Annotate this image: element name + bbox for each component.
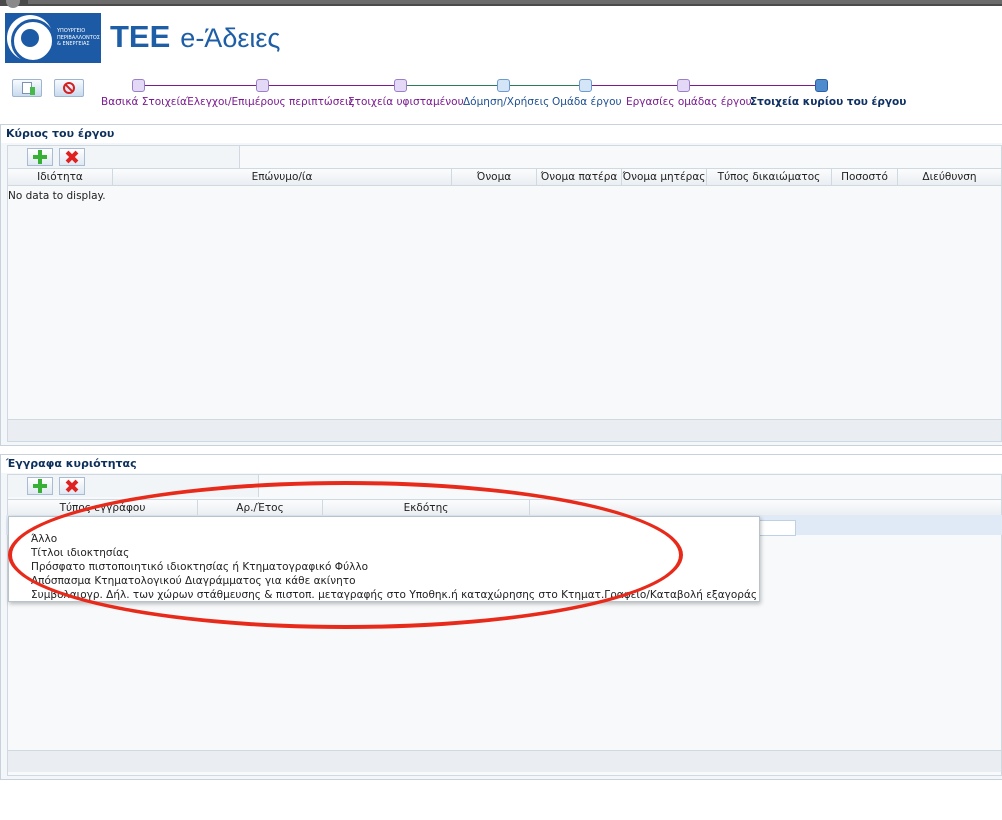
documents-grid-footer [8,750,1001,772]
app-name: e-Άδειες [180,23,281,53]
owners-grid-toolbar [8,146,240,168]
browser-tab-strip [28,0,1002,4]
delete-owner-button[interactable] [59,148,85,166]
ministry-name: ΥΠΟΥΡΓΕΙΟ ΠΕΡΙΒΑΛΛΟΝΤΟΣ & ΕΝΕΡΓΕΙΑΣ [57,28,100,48]
column-header-father-name[interactable]: Όνομα πατέρα [537,169,622,186]
wizard-step-team-tasks-dot[interactable] [677,79,690,92]
wizard-step-building-dot[interactable] [497,79,510,92]
wizard-step-checks[interactable]: Έλεγχοι/Επιμέρους περιπτώσεις [186,96,355,108]
document-type-dropdown[interactable]: Άλλο Τίτλοι ιδιοκτησίας Πρόσφατο πιστοπο… [8,516,760,602]
wizard-connector [268,85,400,86]
documents-panel-title: Έγγραφα κυριότητας [1,455,1002,473]
documents-grid-toolbar [8,475,259,497]
wizard-connector [689,85,821,86]
owners-grid-footer [8,419,1001,441]
dropdown-option-certificate[interactable]: Πρόσφατο πιστοποιητικό ιδιοκτησίας ή Κτη… [9,560,759,574]
column-header-mother-name[interactable]: Όνομα μητέρας [622,169,707,186]
dropdown-option-cadastral-extract[interactable]: Απόσπασμα Κτηματολογικού Διαγράμματος γι… [9,574,759,588]
owners-grid-header: Ιδιότητα Επώνυμο/ία Όνομα Όνομα πατέρα Ό… [8,168,1001,186]
column-header-percentage[interactable]: Ποσοστό [832,169,898,186]
browser-top-bar [0,0,1002,8]
document-issuer-input[interactable] [758,520,796,536]
ministry-seal-icon [7,15,55,63]
dropdown-option-other[interactable]: Άλλο [9,532,759,546]
column-header-surname[interactable]: Επώνυμο/ία [113,169,452,186]
wizard-step-team[interactable]: Ομάδα έργου [552,96,622,108]
wizard-connector [144,85,262,86]
add-owner-button[interactable] [27,148,53,166]
wizard-connector [591,85,683,86]
plus-icon [33,150,47,164]
owners-grid: Ιδιότητα Επώνυμο/ία Όνομα Όνομα πατέρα Ό… [7,145,1002,442]
brand-name: ΤΕΕ [110,19,171,54]
column-header-property[interactable]: Ιδιότητα [8,169,113,186]
ministry-logo: ΥΠΟΥΡΓΕΙΟ ΠΕΡΙΒΑΛΛΟΝΤΟΣ & ΕΝΕΡΓΕΙΑΣ [5,13,101,63]
wizard-step-team-tasks[interactable]: Εργασίες ομάδας έργου [626,96,752,108]
owners-panel: Κύριος του έργου Ιδιότητα Επώνυμο/ία Όνο… [0,124,1002,446]
wizard-step-existing-dot[interactable] [394,79,407,92]
wizard-step-building[interactable]: Δόμηση/Χρήσεις [463,96,549,108]
dropdown-option-titles[interactable]: Τίτλοι ιδιοκτησίας [9,546,759,560]
delete-document-button[interactable] [59,477,85,495]
wizard-step-basic-dot[interactable] [132,79,145,92]
column-header-name[interactable]: Όνομα [452,169,537,186]
wizard-step-owner[interactable]: Στοιχεία κυρίου του έργου [750,96,906,108]
column-header-right-type[interactable]: Τύπος δικαιώματος [707,169,832,186]
column-header-address[interactable]: Διεύθυνση [898,169,1001,186]
documents-panel: Έγγραφα κυριότητας Τύπος εγγράφου Αρ./Έτ… [0,454,1002,780]
delete-icon [66,151,78,163]
owners-empty-message: No data to display. [8,190,106,202]
wizard-step-existing[interactable]: Στοιχεία υφισταμένου [348,96,464,108]
add-document-button[interactable] [27,477,53,495]
owners-panel-title: Κύριος του έργου [1,125,1002,143]
plus-icon [33,479,47,493]
wizard-connector [509,85,585,86]
delete-icon [66,480,78,492]
wizard-step-checks-dot[interactable] [256,79,269,92]
wizard-steps: Βασικά Στοιχεία Έλεγχοι/Επιμέρους περιπτ… [0,78,1002,114]
wizard-step-owner-dot[interactable] [815,79,828,92]
window-control-icon[interactable] [6,0,20,8]
wizard-step-team-dot[interactable] [579,79,592,92]
wizard-step-basic[interactable]: Βασικά Στοιχεία [101,96,187,108]
app-logo: ΤΕΕ e-Άδειες [110,18,280,56]
wizard-connector [406,85,503,86]
dropdown-option-notarial-declaration[interactable]: Συμβολαιογρ. Δήλ. των χώρων στάθμευσης &… [9,588,759,602]
